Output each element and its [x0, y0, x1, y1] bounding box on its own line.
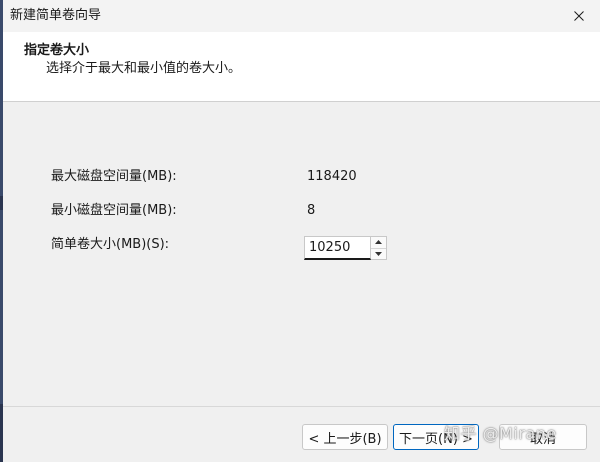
chevron-down-icon — [375, 251, 382, 256]
stepper-up-button[interactable] — [371, 237, 386, 249]
next-button[interactable]: 下一页(N) > — [393, 424, 479, 450]
page-subtitle: 选择介于最大和最小值的卷大小。 — [46, 61, 242, 76]
close-icon — [574, 11, 584, 21]
volume-size-input[interactable] — [304, 236, 371, 260]
min-space-value: 8 — [307, 203, 316, 218]
wizard-footer: < 上一步(B) 下一页(N) > 取消 — [3, 406, 600, 462]
wizard-header: 指定卷大小 选择介于最大和最小值的卷大小。 — [3, 32, 600, 102]
volume-size-label: 简单卷大小(MB)(S): — [51, 237, 170, 252]
wizard-body: 最大磁盘空间量(MB): 118420 最小磁盘空间量(MB): 8 简单卷大小… — [3, 102, 600, 406]
close-button[interactable] — [566, 4, 592, 28]
chevron-up-icon — [375, 240, 382, 245]
page-title: 指定卷大小 — [24, 43, 90, 58]
min-space-label: 最小磁盘空间量(MB): — [51, 203, 177, 218]
window-title: 新建简单卷向导 — [10, 8, 102, 23]
stepper-buttons — [371, 236, 387, 260]
volume-size-stepper[interactable] — [304, 236, 387, 260]
title-bar[interactable]: 新建简单卷向导 — [3, 0, 600, 32]
max-space-value: 118420 — [307, 169, 357, 184]
cancel-button[interactable]: 取消 — [499, 424, 587, 450]
wizard-window: 新建简单卷向导 指定卷大小 选择介于最大和最小值的卷大小。 最大磁盘空间量(MB… — [0, 0, 600, 462]
stepper-down-button[interactable] — [371, 249, 386, 260]
back-button[interactable]: < 上一步(B) — [302, 424, 388, 450]
max-space-label: 最大磁盘空间量(MB): — [51, 169, 177, 184]
